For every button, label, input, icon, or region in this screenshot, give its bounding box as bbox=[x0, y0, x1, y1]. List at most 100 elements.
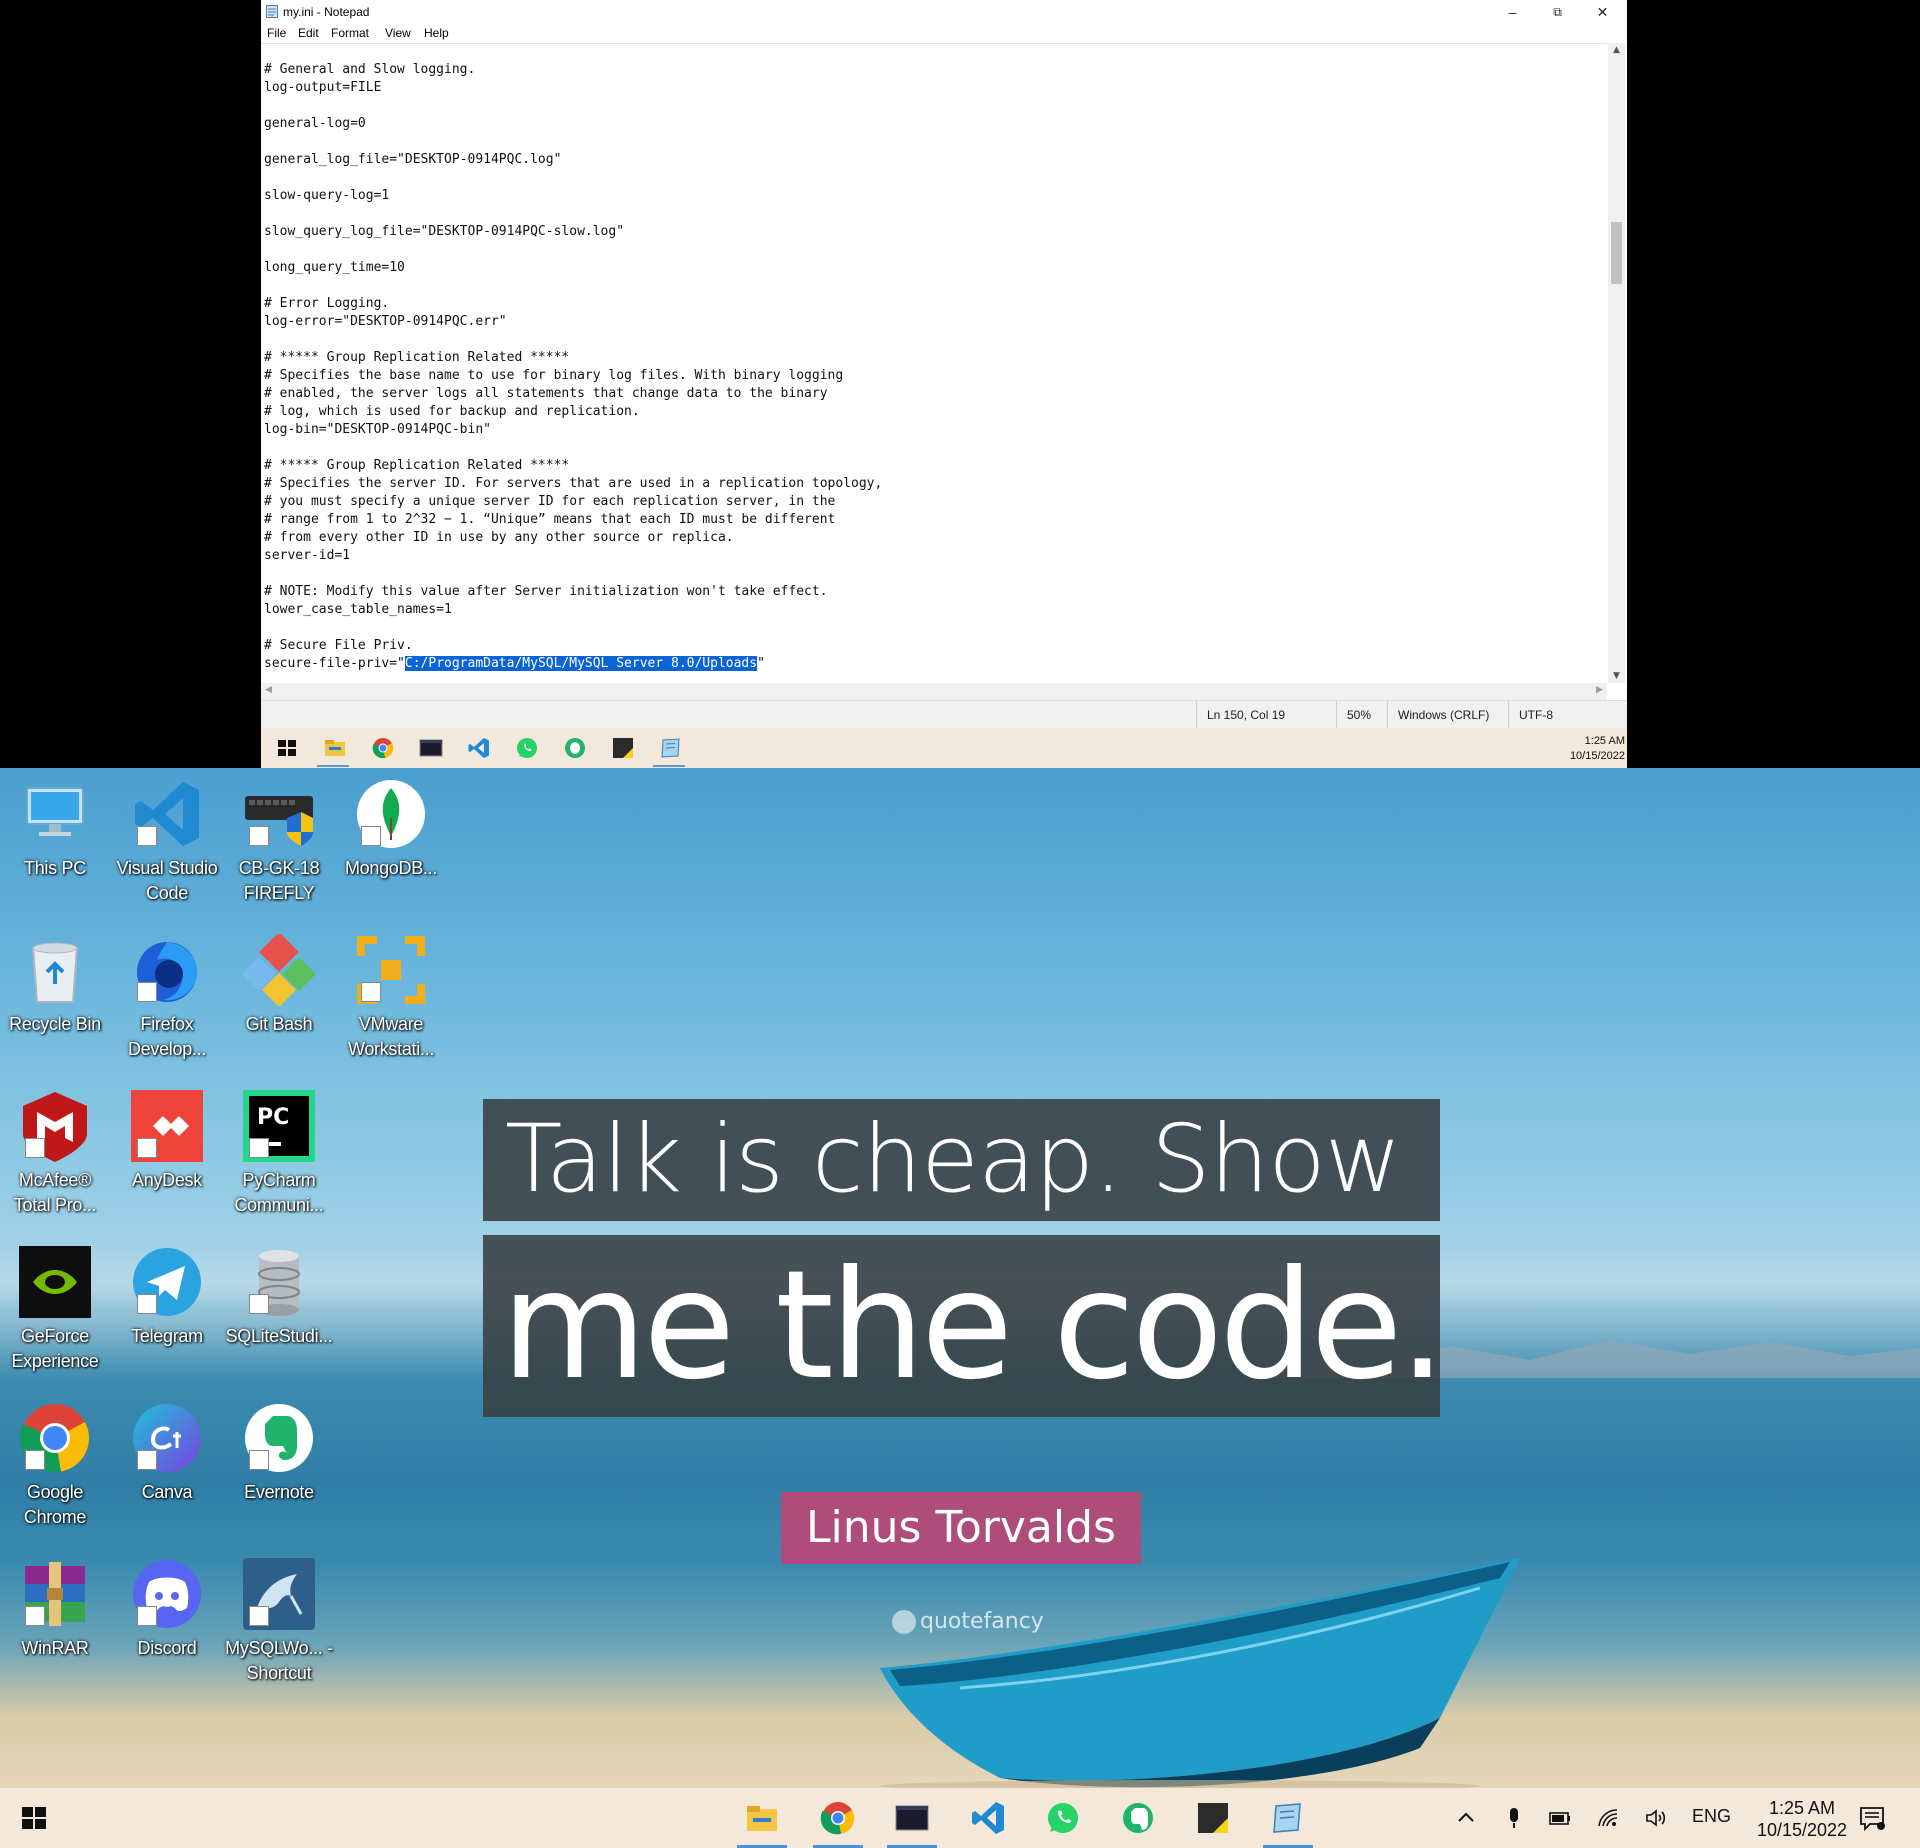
terminal-icon[interactable] bbox=[894, 1800, 930, 1836]
scroll-right-icon[interactable]: ▶ bbox=[1596, 685, 1603, 695]
scroll-down-icon[interactable]: ▼ bbox=[1608, 671, 1625, 681]
desktop-icon-label: Recycle Bin bbox=[9, 1014, 101, 1034]
whatsapp-icon[interactable] bbox=[1045, 1800, 1081, 1836]
watermark-text: quotefancy bbox=[920, 1609, 1044, 1634]
close-button[interactable]: ✕ bbox=[1580, 0, 1625, 24]
desktop-icon-cb-gk-18-firefly[interactable]: CB-GK-18 FIREFLY bbox=[224, 778, 334, 906]
desktop-icon-recycle-bin[interactable]: Recycle Bin bbox=[0, 934, 110, 1037]
desktop-icon-label: AnyDesk bbox=[132, 1170, 202, 1190]
whatsapp-icon[interactable] bbox=[515, 736, 539, 760]
file-explorer-icon[interactable] bbox=[323, 736, 347, 760]
desktop-icon-mongodb[interactable]: MongoDB... bbox=[336, 778, 446, 881]
encoding: UTF-8 bbox=[1508, 701, 1553, 729]
desktop-icon-git-bash[interactable]: Git Bash bbox=[224, 932, 334, 1037]
sticky-notes-icon[interactable] bbox=[1195, 1800, 1231, 1836]
zoom-level: 50% bbox=[1336, 701, 1371, 729]
vscode-icon[interactable] bbox=[970, 1800, 1006, 1836]
recycle-bin-icon bbox=[31, 942, 79, 1003]
vertical-scrollbar[interactable]: ▲ ▼ bbox=[1608, 43, 1625, 683]
notepad-icon[interactable] bbox=[659, 736, 683, 760]
text-line: # NOTE: Modify this value after Server i… bbox=[264, 584, 828, 599]
desktop-icon-anydesk[interactable]: AnyDesk bbox=[112, 1090, 222, 1193]
battery-icon[interactable] bbox=[1548, 1806, 1572, 1830]
desktop-icon-mcafee[interactable]: McAfee® Total Pro... bbox=[0, 1090, 110, 1218]
notepad-window[interactable]: my.ini - Notepad – ⧉ ✕ File Edit Format … bbox=[261, 0, 1627, 768]
notification-center-icon[interactable] bbox=[1858, 1804, 1886, 1832]
desktop-icon-label: WinRAR bbox=[21, 1638, 89, 1658]
text-line bbox=[264, 205, 882, 223]
horizontal-scrollbar[interactable]: ◀ ▶ bbox=[261, 683, 1607, 700]
text-line: # Error Logging. bbox=[264, 296, 390, 311]
text-line: slow_query_log_file="DESKTOP-0914PQC-slo… bbox=[264, 224, 625, 239]
evernote-icon[interactable] bbox=[563, 736, 587, 760]
menu-format[interactable]: Format bbox=[331, 26, 369, 40]
desktop-icon-firefox-developer[interactable]: Firefox Develop... bbox=[112, 934, 222, 1062]
evernote-icon[interactable] bbox=[1120, 1800, 1156, 1836]
text-line: # log, which is used for backup and repl… bbox=[264, 404, 640, 419]
line-suffix: " bbox=[757, 656, 765, 671]
sticky-notes-icon[interactable] bbox=[611, 736, 635, 760]
minimize-button[interactable]: – bbox=[1490, 0, 1535, 24]
notepad-titlebar[interactable]: my.ini - Notepad – ⧉ ✕ bbox=[261, 0, 1627, 24]
terminal-icon[interactable] bbox=[419, 736, 443, 760]
desktop-icon-telegram[interactable]: Telegram bbox=[112, 1246, 222, 1349]
minimize-icon: – bbox=[1508, 4, 1517, 20]
desktop-icon-label: MySQLWo... - Shortcut bbox=[225, 1638, 333, 1683]
desktop-icon-label: Discord bbox=[137, 1638, 197, 1658]
desktop-icon-discord[interactable]: Discord bbox=[112, 1558, 222, 1661]
show-hidden-icons-chevron-up-icon[interactable] bbox=[1454, 1806, 1478, 1830]
desktop[interactable]: Talk is cheap. Show me the code. Linus T… bbox=[0, 768, 1920, 1788]
desktop-icon-pycharm[interactable]: PC PyCharm Communi... bbox=[224, 1090, 334, 1218]
desktop-icon-visual-studio-code[interactable]: Visual Studio Code bbox=[112, 778, 222, 906]
desktop-icon-sqlitestudio[interactable]: SQLiteStudi... bbox=[224, 1246, 334, 1349]
text-line: secure-file-priv="C:/ProgramData/MySQL/M… bbox=[264, 655, 882, 673]
scroll-up-icon[interactable]: ▲ bbox=[1608, 45, 1625, 55]
cursor-position: Ln 150, Col 19 bbox=[1196, 701, 1285, 729]
menu-view[interactable]: View bbox=[385, 26, 411, 40]
restore-button[interactable]: ⧉ bbox=[1535, 0, 1580, 24]
start-button-icon[interactable] bbox=[16, 1800, 52, 1836]
text-line: # General and Slow logging. bbox=[264, 62, 476, 77]
menu-edit[interactable]: Edit bbox=[298, 26, 319, 40]
notepad-icon[interactable] bbox=[1270, 1800, 1306, 1836]
text-line: log-error="DESKTOP-0914PQC.err" bbox=[264, 314, 507, 329]
chrome-icon[interactable] bbox=[371, 736, 395, 760]
volume-icon[interactable] bbox=[1644, 1806, 1668, 1830]
quote-line2-box: me the code. bbox=[483, 1235, 1446, 1417]
taskbar-clock[interactable]: 1:25 AM 10/15/2022 bbox=[1752, 1797, 1852, 1841]
shortcut-arrow-icon bbox=[249, 1450, 269, 1470]
desktop-icon-vmware-workstation[interactable]: VMware Workstati... bbox=[336, 934, 446, 1062]
vscode-icon[interactable] bbox=[467, 736, 491, 760]
desktop-icon-winrar[interactable]: WinRAR bbox=[0, 1558, 110, 1661]
text-line: server-id=1 bbox=[264, 548, 351, 563]
desktop-icon-canva[interactable]: Canva bbox=[112, 1402, 222, 1505]
menu-help[interactable]: Help bbox=[424, 26, 449, 40]
wifi-icon[interactable] bbox=[1596, 1806, 1620, 1830]
text-line: lower_case_table_names=1 bbox=[264, 602, 452, 617]
text-line: log-output=FILE bbox=[264, 80, 382, 95]
selected-text[interactable]: C:/ProgramData/MySQL/MySQL Server 8.0/Up… bbox=[404, 656, 758, 671]
desktop-icon-mysql-workbench[interactable]: MySQLWo... - Shortcut bbox=[224, 1558, 334, 1686]
top-clock[interactable]: 1:25 AM 10/15/2022 bbox=[1570, 734, 1625, 764]
editor-text[interactable]: # General and Slow logging. log-output=FI… bbox=[264, 61, 882, 673]
scroll-thumb[interactable] bbox=[1611, 222, 1622, 284]
desktop-icon-this-pc[interactable]: This PC bbox=[0, 778, 110, 881]
input-language[interactable]: ENG bbox=[1692, 1806, 1731, 1827]
start-icon[interactable] bbox=[275, 736, 299, 760]
desktop-icon-label: VMware Workstati... bbox=[347, 1014, 435, 1059]
file-explorer-icon[interactable] bbox=[744, 1800, 780, 1836]
text-editor-area[interactable]: # General and Slow logging. log-output=FI… bbox=[261, 43, 1607, 684]
menu-file[interactable]: File bbox=[267, 26, 286, 40]
author-box: Linus Torvalds bbox=[781, 1492, 1141, 1564]
scroll-left-icon[interactable]: ◀ bbox=[265, 685, 272, 695]
desktop-icon-geforce-experience[interactable]: GeForce Experience bbox=[0, 1246, 110, 1374]
microphone-icon[interactable] bbox=[1502, 1806, 1526, 1830]
top-clock-time: 1:25 AM bbox=[1584, 735, 1625, 747]
top-clock-date: 10/15/2022 bbox=[1569, 750, 1625, 762]
quote-line1: Talk is cheap. Show bbox=[505, 1105, 1402, 1214]
desktop-icon-google-chrome[interactable]: Google Chrome bbox=[0, 1402, 110, 1530]
text-line: # ***** Group Replication Related ***** bbox=[264, 350, 570, 365]
restore-icon: ⧉ bbox=[1553, 4, 1562, 19]
desktop-icon-evernote[interactable]: Evernote bbox=[224, 1402, 334, 1505]
chrome-icon[interactable] bbox=[820, 1800, 856, 1836]
